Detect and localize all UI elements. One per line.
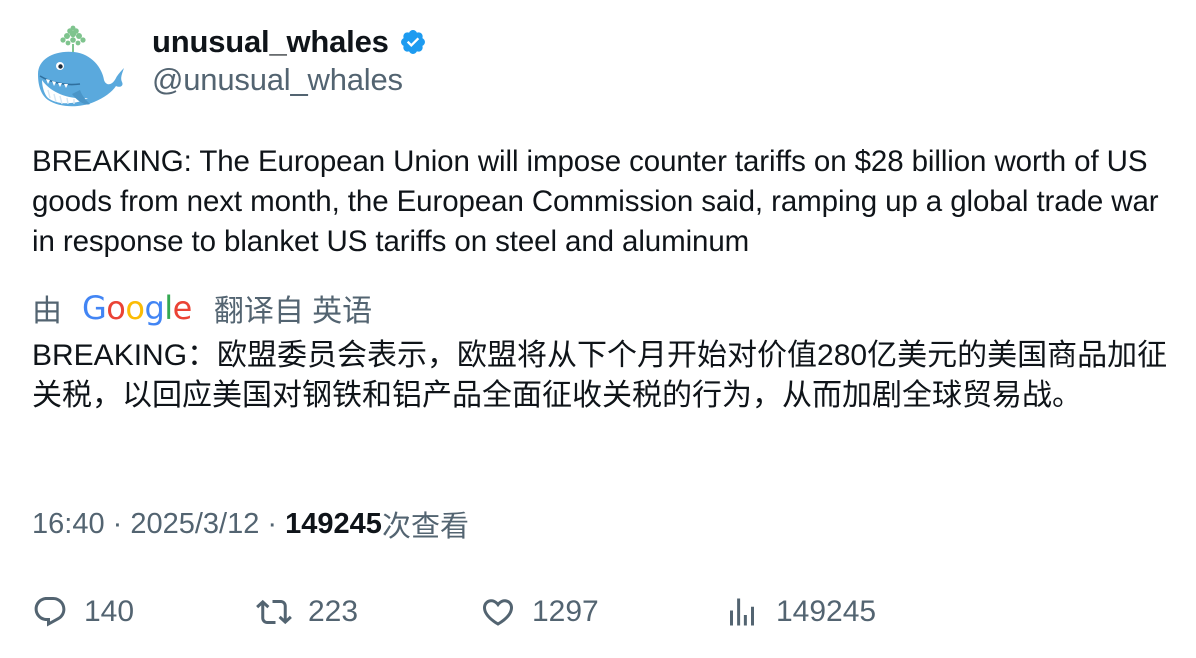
google-logo: Google — [82, 289, 192, 327]
verified-badge-icon — [399, 28, 427, 56]
meta-separator: · — [104, 507, 131, 540]
views-count: 149245 — [285, 507, 382, 540]
author-name-row: unusual_whales — [152, 22, 427, 62]
reply-icon — [34, 597, 66, 627]
tweet-card: unusual_whales @unusual_whales BREAKING:… — [0, 0, 1196, 658]
translation-source-label[interactable]: 翻译自 英语 — [214, 286, 372, 330]
translation-attribution: 由 Google 翻译自 英语 — [32, 288, 372, 328]
like-button[interactable]: 1297 — [480, 588, 599, 636]
translated-text: BREAKING：欧盟委员会表示，欧盟将从下个月开始对价值280亿美元的美国商品… — [32, 339, 1168, 412]
author-display-name[interactable]: unusual_whales — [152, 24, 389, 60]
reply-button[interactable]: 140 — [32, 588, 134, 636]
views-label: 次查看 — [381, 511, 469, 543]
heart-icon — [482, 599, 514, 626]
retweet-button[interactable]: 223 — [256, 588, 358, 636]
tweet-meta: 16:40 · 2025/3/12 · 149245 次查看 — [32, 504, 469, 544]
retweet-icon — [256, 599, 292, 625]
like-count: 1297 — [532, 595, 599, 628]
translation-prefix: 由 — [32, 295, 62, 328]
tweet-text: BREAKING: The European Union will impose… — [32, 145, 1159, 258]
views-count-action: 149245 — [776, 595, 877, 628]
reply-count: 140 — [84, 595, 135, 628]
whale-avatar-icon[interactable] — [30, 24, 126, 114]
tweet-date[interactable]: 2025/3/12 — [130, 508, 259, 541]
action-bar: 140 223 1297 149245 — [0, 588, 1196, 636]
author-handle[interactable]: @unusual_whales — [152, 62, 403, 98]
meta-separator: · — [259, 507, 286, 540]
retweet-count: 223 — [308, 595, 359, 628]
tweet-time[interactable]: 16:40 — [32, 508, 105, 541]
views-button[interactable]: 149245 — [724, 588, 876, 636]
bar-chart-icon — [730, 598, 754, 626]
